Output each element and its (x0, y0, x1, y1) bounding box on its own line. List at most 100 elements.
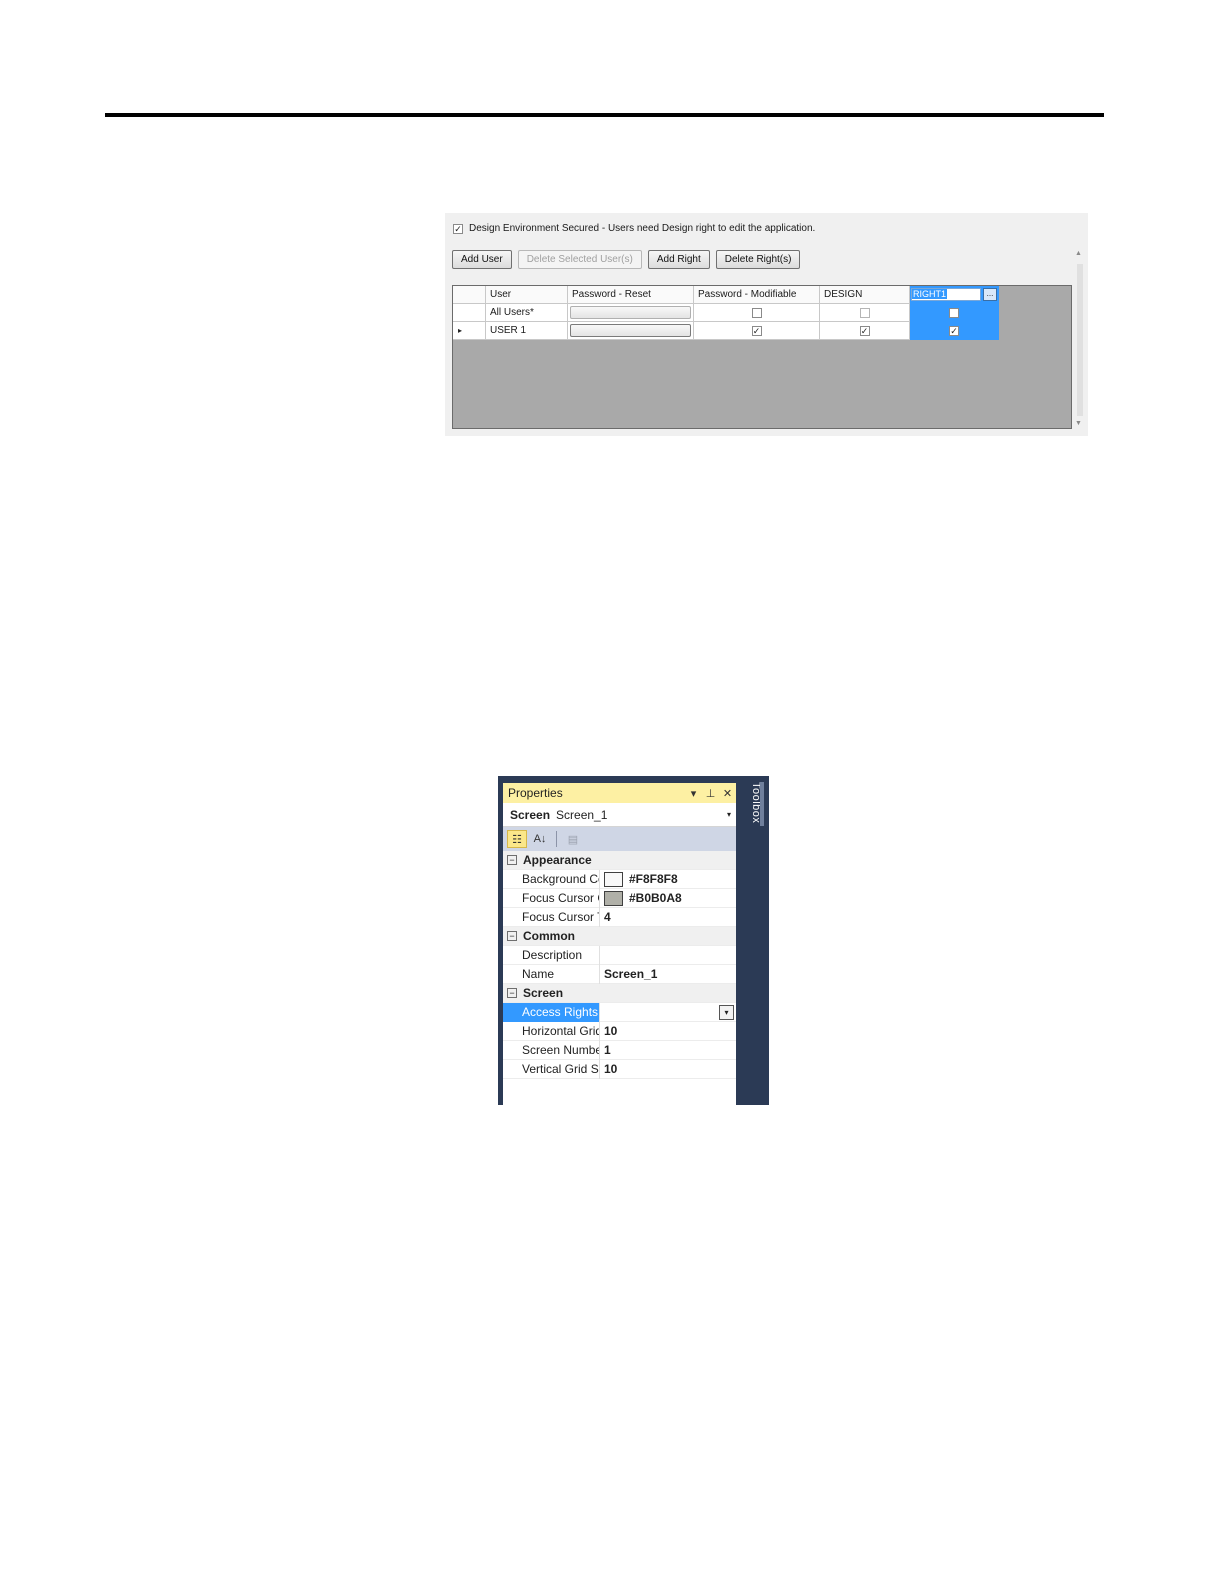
header-rule (105, 113, 1104, 117)
column-header-user[interactable]: User (486, 286, 568, 304)
properties-panel: Properties ▾ ⊥ ✕ Screen Screen_1 ▾ ☷ A↓ … (503, 783, 736, 1105)
pin-icon[interactable]: ⊥ (702, 787, 719, 800)
category-label: Common (523, 929, 575, 943)
right1-cell[interactable] (910, 322, 999, 340)
row-pointer-icon: ▸ (458, 326, 463, 335)
password-reset-button[interactable] (570, 306, 691, 319)
password-reset-cell[interactable] (568, 304, 694, 322)
property-name: Vertical Grid Spac (503, 1059, 600, 1079)
grid-header-row: User Password - Reset Password - Modifia… (453, 286, 999, 304)
add-right-button[interactable]: Add Right (647, 250, 710, 269)
property-name: Background Colo (503, 869, 600, 889)
property-pages-icon[interactable]: ▤ (563, 830, 583, 848)
chevron-down-icon[interactable]: ▾ (722, 810, 736, 819)
object-name: Screen_1 (556, 807, 608, 822)
toolbar-separator (556, 831, 557, 847)
property-value[interactable]: 4 (600, 908, 736, 927)
property-row-background-color[interactable]: Background Colo #F8F8F8 (503, 869, 736, 889)
scroll-down-icon[interactable]: ▼ (1075, 420, 1082, 427)
user-cell[interactable]: All Users* (486, 304, 568, 322)
property-name: Description (503, 945, 600, 965)
right1-name-text: RIGHT1 (912, 289, 948, 299)
alphabetical-sort-icon[interactable]: A↓ (530, 830, 550, 848)
property-row-access-rights[interactable]: Access Rights ▾ (503, 1002, 736, 1022)
properties-title-bar: Properties ▾ ⊥ ✕ (503, 783, 736, 803)
property-value[interactable]: 1 (600, 1041, 736, 1060)
property-value[interactable]: Screen_1 (600, 965, 736, 984)
collapse-icon[interactable]: − (507, 855, 517, 865)
pw-modifiable-cell[interactable] (694, 322, 820, 340)
category-label: Screen (523, 986, 564, 1000)
design-secured-row[interactable]: Design Environment Secured - Users need … (453, 223, 815, 234)
property-row-focus-cursor-thickness[interactable]: Focus Cursor Thic 4 (503, 907, 736, 927)
color-swatch (604, 871, 623, 887)
properties-toolbar: ☷ A↓ ▤ (503, 827, 736, 851)
color-swatch (604, 890, 623, 906)
delete-selected-users-button[interactable]: Delete Selected User(s) (517, 250, 642, 269)
ellipsis-button[interactable]: ... (983, 288, 997, 301)
property-value[interactable]: 10 (600, 1060, 736, 1079)
pw-modifiable-cell[interactable] (694, 304, 820, 322)
right1-checkbox[interactable] (949, 325, 959, 336)
design-cell[interactable] (820, 304, 910, 322)
categorized-icon[interactable]: ☷ (507, 830, 527, 848)
property-name: Access Rights (503, 1002, 600, 1022)
table-row[interactable]: All Users* (453, 304, 999, 322)
property-row-horizontal-grid-spacing[interactable]: Horizontal Grid Sp 10 (503, 1021, 736, 1041)
property-value[interactable]: 10 (600, 1022, 736, 1041)
row-header[interactable]: ▸ (453, 322, 486, 340)
property-row-focus-cursor-color[interactable]: Focus Cursor Colc #B0B0A8 (503, 888, 736, 908)
property-row-name[interactable]: Name Screen_1 (503, 964, 736, 984)
right1-cell[interactable] (910, 304, 999, 322)
property-value[interactable]: #B0B0A8 (600, 889, 736, 908)
row-header-corner (453, 286, 486, 304)
category-appearance[interactable]: − Appearance (503, 851, 736, 870)
property-name: Horizontal Grid Sp (503, 1021, 600, 1041)
property-row-description[interactable]: Description (503, 945, 736, 965)
object-kind: Screen (510, 807, 551, 822)
chevron-down-icon[interactable]: ▾ (719, 1004, 734, 1020)
property-name: Focus Cursor Thic (503, 907, 600, 927)
column-header-right1[interactable]: RIGHT1 ... (910, 286, 999, 304)
right1-name-editor[interactable]: RIGHT1 (911, 288, 981, 301)
property-value[interactable]: #F8F8F8 (600, 870, 736, 889)
scroll-track[interactable] (1077, 264, 1083, 416)
property-name: Screen Number (503, 1040, 600, 1060)
users-rights-grid: User Password - Reset Password - Modifia… (452, 285, 1072, 429)
design-checkbox[interactable] (859, 325, 870, 336)
right1-checkbox[interactable] (949, 307, 959, 318)
property-value[interactable] (600, 946, 736, 965)
user-toolbar: Add User Delete Selected User(s) Add Rig… (452, 250, 801, 269)
row-header[interactable] (453, 304, 486, 322)
category-common[interactable]: − Common (503, 927, 736, 946)
property-row-screen-number[interactable]: Screen Number 1 (503, 1040, 736, 1060)
properties-window-frame: Properties ▾ ⊥ ✕ Screen Screen_1 ▾ ☷ A↓ … (498, 776, 769, 1105)
properties-title: Properties (508, 786, 563, 800)
toolbox-tab[interactable]: Toolbox (742, 782, 762, 830)
password-reset-button[interactable] (570, 324, 691, 337)
design-secured-label: Design Environment Secured - Users need … (469, 223, 816, 234)
window-position-dropdown-icon[interactable]: ▾ (685, 787, 702, 800)
design-checkbox[interactable] (859, 307, 870, 318)
column-header-design[interactable]: DESIGN (820, 286, 910, 304)
column-header-password-reset[interactable]: Password - Reset (568, 286, 694, 304)
collapse-icon[interactable]: − (507, 988, 517, 998)
collapse-icon[interactable]: − (507, 931, 517, 941)
delete-rights-button[interactable]: Delete Right(s) (715, 250, 801, 269)
user-cell[interactable]: USER 1 (486, 322, 568, 340)
grid-vertical-scrollbar[interactable]: ▲ ▼ (1075, 250, 1084, 430)
add-user-button[interactable]: Add User (452, 250, 512, 269)
close-icon[interactable]: ✕ (719, 787, 736, 800)
category-screen[interactable]: − Screen (503, 984, 736, 1003)
table-row[interactable]: ▸ USER 1 (453, 322, 999, 340)
property-value[interactable]: ▾ (600, 1003, 736, 1022)
pw-modifiable-checkbox[interactable] (751, 307, 762, 318)
design-cell[interactable] (820, 322, 910, 340)
scroll-up-icon[interactable]: ▲ (1075, 250, 1082, 257)
property-row-vertical-grid-spacing[interactable]: Vertical Grid Spac 10 (503, 1059, 736, 1079)
column-header-password-modifiable[interactable]: Password - Modifiable (694, 286, 820, 304)
object-selector[interactable]: Screen Screen_1 ▾ (503, 803, 736, 827)
password-reset-cell[interactable] (568, 322, 694, 340)
design-secured-checkbox[interactable] (453, 223, 463, 234)
pw-modifiable-checkbox[interactable] (751, 325, 762, 336)
